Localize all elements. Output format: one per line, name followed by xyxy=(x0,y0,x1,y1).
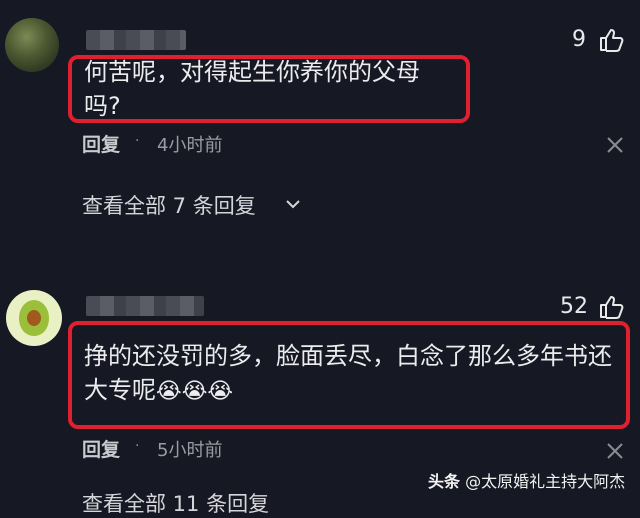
view-all-replies-link[interactable]: 查看全部 11 条回复 xyxy=(82,488,269,518)
separator-dot: · xyxy=(135,438,140,454)
watermark-handle: @太原婚礼主持大阿杰 xyxy=(465,472,626,491)
highlighted-comment-text: 何苦呢，对得起生你养你的父母吗? xyxy=(68,55,470,123)
reply-button[interactable]: 回复 xyxy=(82,130,120,157)
separator-dot: · xyxy=(135,133,140,149)
like-thumb-icon[interactable] xyxy=(598,27,624,53)
comment-text-line: 大专呢 xyxy=(84,376,156,404)
highlighted-comment-text: 挣的还没罚的多，脸面丢尽，白念了那么多年书还 大专呢😭😭😭 xyxy=(68,321,630,429)
chevron-down-icon[interactable] xyxy=(285,198,301,210)
comment-text-line: 挣的还没罚的多，脸面丢尽，白念了那么多年书还 xyxy=(84,342,612,370)
close-icon[interactable] xyxy=(606,136,624,154)
watermark: 头条 @太原婚礼主持大阿杰 xyxy=(428,468,625,492)
view-all-replies-link[interactable]: 查看全部 7 条回复 xyxy=(82,190,256,220)
commenter-name-blurred[interactable] xyxy=(86,30,186,50)
comment-time: 4小时前 xyxy=(157,135,223,156)
reply-button[interactable]: 回复 xyxy=(82,435,120,462)
like-thumb-icon[interactable] xyxy=(598,294,624,320)
watermark-brand: 头条 xyxy=(428,472,461,491)
commenter-name-blurred[interactable] xyxy=(86,296,204,316)
like-count: 52 xyxy=(560,294,588,319)
commenter-avatar[interactable] xyxy=(5,18,59,72)
comment-text: 何苦呢，对得起生你养你的父母吗? xyxy=(84,58,420,120)
close-icon[interactable] xyxy=(606,442,624,460)
comment-time: 5小时前 xyxy=(157,440,223,461)
crying-emoji: 😭😭😭 xyxy=(156,379,234,404)
like-count: 9 xyxy=(572,27,586,52)
commenter-avatar[interactable] xyxy=(6,290,62,346)
